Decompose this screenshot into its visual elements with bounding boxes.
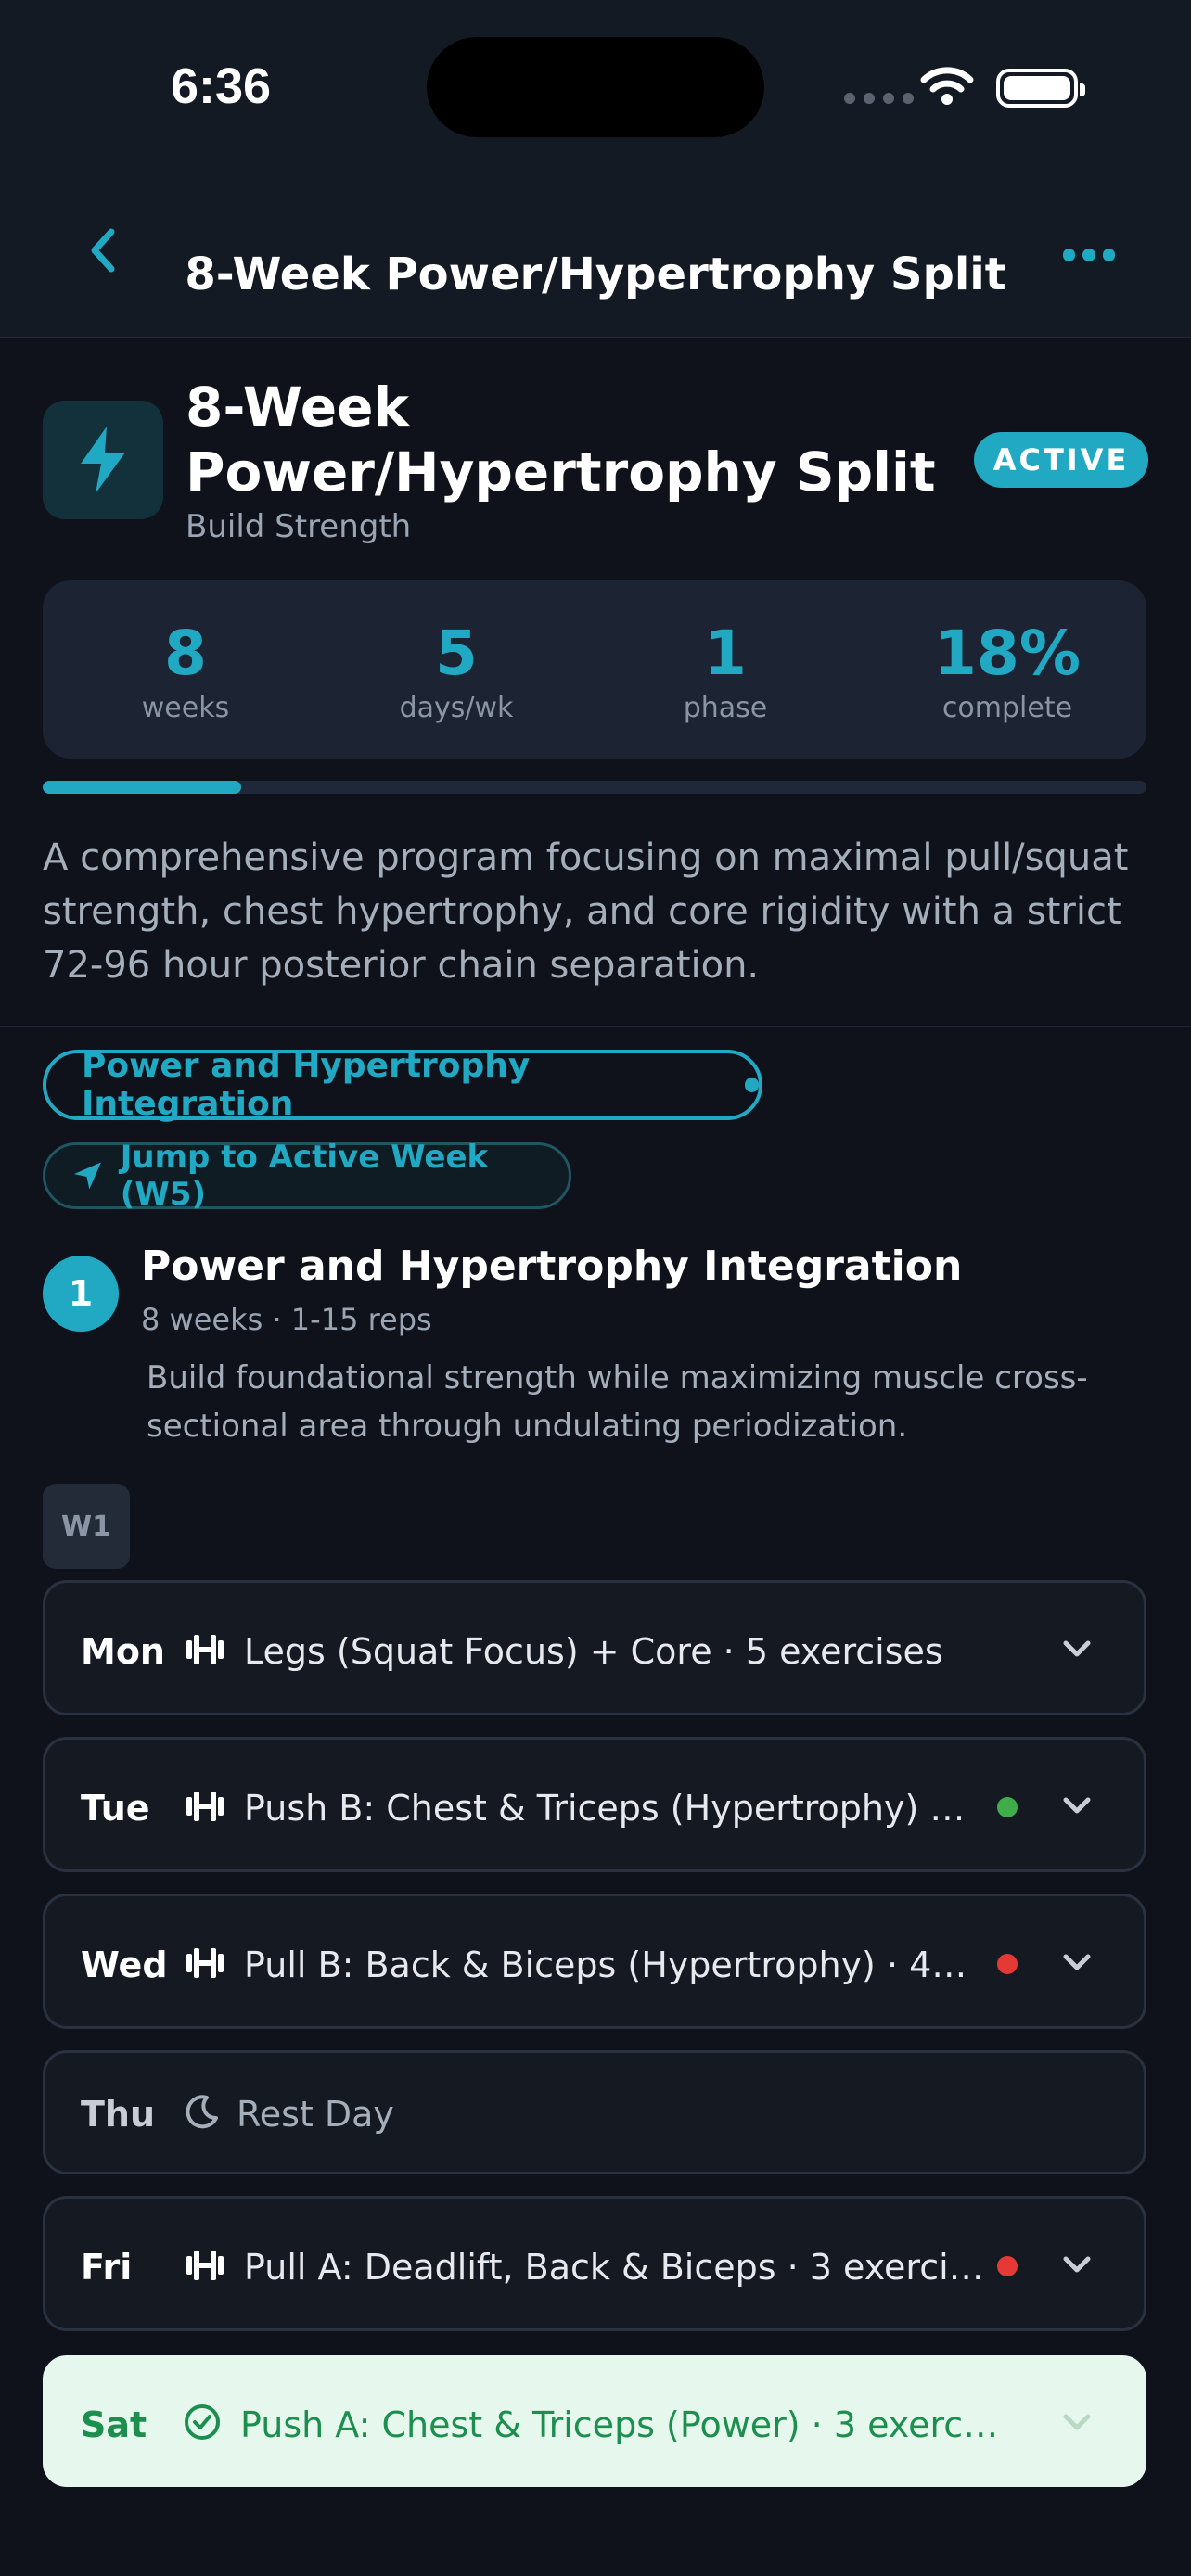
dumbbell-icon	[186, 1635, 224, 1664]
chevron-down-icon[interactable]	[1060, 2251, 1094, 2278]
stat-value: 8	[164, 618, 207, 689]
day-card-thu[interactable]: Thu Rest Day	[43, 2050, 1146, 2174]
status-time: 6:36	[171, 58, 272, 114]
phase-number-badge: 1	[43, 1256, 119, 1332]
day-card-sat[interactable]: Sat Push A: Chest & Triceps (Power) · 3 …	[43, 2355, 1146, 2487]
moon-icon	[186, 2095, 218, 2129]
day-card-wed[interactable]: Wed Pull B: Back & Biceps (Hypertrophy) …	[43, 1894, 1146, 2029]
active-dot-icon	[744, 1078, 759, 1092]
day-label: Wed	[81, 1945, 168, 1985]
dumbbell-icon	[186, 2251, 224, 2280]
stat-label: phase	[683, 692, 768, 724]
stat-label: days/wk	[399, 692, 514, 724]
workout-name: Pull A: Deadlift, Back & Biceps · 3 exer…	[244, 2247, 986, 2288]
program-description: A comprehensive program focusing on maxi…	[43, 836, 1129, 987]
workout-name: Pull B: Back & Biceps (Hypertrophy) · 4 …	[244, 1945, 967, 1985]
phase-filter-chip[interactable]: Power and Hypertrophy Integration	[43, 1047, 762, 1123]
dynamic-island	[427, 37, 764, 137]
status-dot	[997, 1797, 1018, 1817]
workout-name: Legs (Squat Focus) + Core · 5 exercises	[244, 1631, 943, 1672]
stats-card: 8 weeks 5 days/wk 1 phase 18% complete	[43, 580, 1146, 759]
phase-description: Build foundational strength while maximi…	[147, 1359, 1088, 1445]
nav-title: 8-Week Power/Hypertrophy Split	[185, 249, 1006, 300]
program-progress-fill	[43, 781, 242, 794]
week-chip-w1[interactable]: W1	[43, 1484, 130, 1569]
stat-label: complete	[941, 692, 1073, 724]
stat-value: 1	[704, 618, 747, 689]
jump-to-active-week-button[interactable]: Jump to Active Week (W5)	[43, 1139, 571, 1213]
day-card-mon[interactable]: Mon Legs (Squat Focus) + Core · 5 exerci…	[43, 1580, 1146, 1715]
program-icon	[43, 401, 163, 519]
phase-meta: 8 weeks · 1-15 reps	[141, 1302, 432, 1337]
battery-icon	[996, 69, 1085, 108]
chevron-down-icon[interactable]	[1060, 1635, 1094, 1663]
workout-name: Rest Day	[237, 2094, 394, 2135]
status-dot	[997, 1954, 1018, 1974]
check-circle-icon	[185, 2404, 220, 2440]
wifi-icon	[920, 67, 974, 105]
workout-name: Push A: Chest & Triceps (Power) · 3 exer…	[240, 2404, 1001, 2445]
stat-value: 18%	[934, 618, 1081, 689]
day-label: Thu	[81, 2094, 156, 2135]
chevron-down-icon[interactable]	[1060, 1948, 1094, 1976]
day-card-tue[interactable]: Tue Push B: Chest & Triceps (Hypertrophy…	[43, 1737, 1146, 1872]
day-label: Fri	[81, 2247, 133, 2288]
day-card-fri[interactable]: Fri Pull A: Deadlift, Back & Biceps · 3 …	[43, 2196, 1146, 2331]
day-label: Sat	[81, 2404, 147, 2445]
stat-label: weeks	[141, 692, 230, 724]
divider	[0, 1026, 1191, 1027]
status-dot	[997, 2256, 1018, 2276]
program-title: 8-Week Power/Hypertrophy Split	[186, 376, 936, 504]
dumbbell-icon	[186, 1792, 224, 1821]
day-label: Mon	[81, 1631, 165, 1672]
cellular-signal-icon	[844, 93, 914, 104]
more-options-icon[interactable]	[1063, 241, 1115, 269]
program-progress-bar	[43, 781, 1146, 794]
jump-button-label: Jump to Active Week (W5)	[120, 1139, 489, 1213]
chevron-down-icon[interactable]	[1060, 1792, 1094, 1819]
program-subtitle: Build Strength	[186, 508, 412, 545]
dumbbell-icon	[186, 1948, 224, 1978]
phase-name: Power and Hypertrophy Integration	[141, 1243, 963, 1290]
lightning-bolt-icon	[81, 427, 125, 493]
day-label: Tue	[81, 1788, 150, 1829]
active-status-badge: ACTIVE	[974, 432, 1148, 488]
stat-value: 5	[435, 618, 478, 689]
workout-name: Push B: Chest & Triceps (Hypertrophy) · …	[244, 1788, 967, 1829]
nav-bar: 8-Week Power/Hypertrophy Split	[0, 185, 1191, 338]
location-arrow-icon	[73, 1162, 101, 1190]
status-bar: 6:36	[0, 0, 1191, 185]
phase-chip-label: Power and Hypertrophy Integration	[82, 1047, 531, 1123]
chevron-down-icon[interactable]	[1060, 2408, 1094, 2436]
